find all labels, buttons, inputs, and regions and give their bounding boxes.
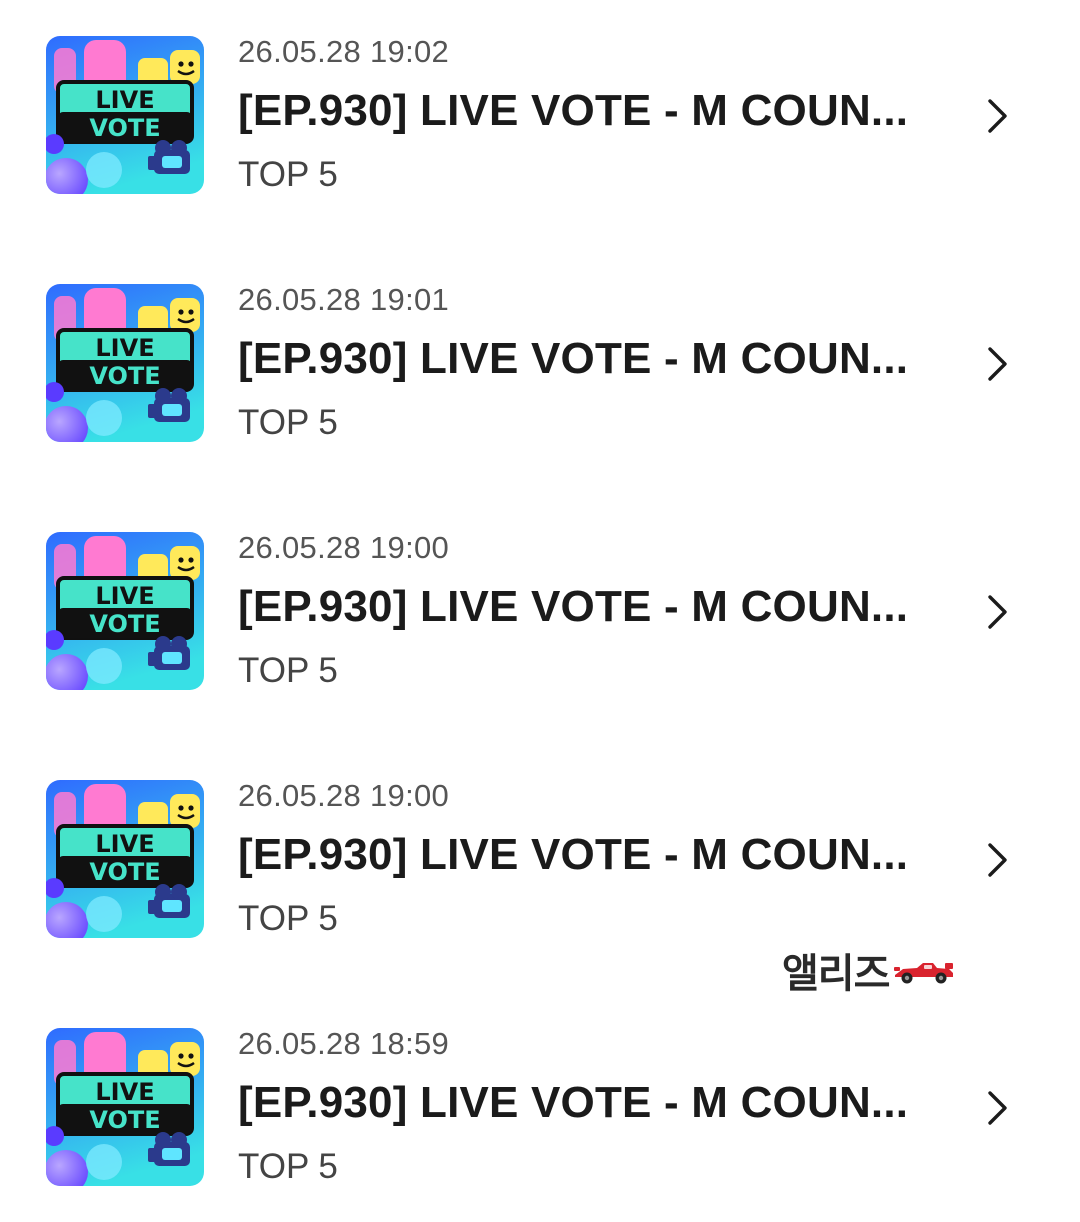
thumbnail-label-line1: LIVE [95, 1078, 154, 1106]
thumbnail-label-line1: LIVE [95, 582, 154, 610]
thumbnail-label-line1: LIVE [95, 334, 154, 362]
chevron-right-icon[interactable] [982, 96, 1012, 136]
list-item[interactable]: LIVE VOTE 26.05.28 19:01 [EP.930] LIVE VO… [0, 248, 1080, 448]
chevron-right-icon[interactable] [982, 592, 1012, 632]
watermark-text: 앨리즈 [782, 951, 890, 997]
live-vote-thumbnail-icon: LIVE VOTE [46, 532, 204, 690]
item-date: 26.05.28 19:01 [238, 282, 450, 317]
item-date: 26.05.28 19:00 [238, 778, 450, 813]
item-title: [EP.930] LIVE VOTE - M COUN... [238, 334, 908, 383]
chevron-right-icon[interactable] [982, 344, 1012, 384]
list-item[interactable]: LIVE VOTE 26.05.28 18:59 [EP.930] LIVE VO… [0, 992, 1080, 1192]
watermark: 앨리즈 [782, 945, 955, 997]
item-title: [EP.930] LIVE VOTE - M COUN... [238, 830, 908, 879]
item-subtitle: TOP 5 [238, 651, 338, 690]
live-vote-thumbnail-icon: LIVE VOTE [46, 780, 204, 938]
list-item[interactable]: LIVE VOTE 26.05.28 19:00 [EP.930] LIVE VO… [0, 744, 1080, 944]
chevron-right-icon[interactable] [982, 840, 1012, 880]
item-date: 26.05.28 19:02 [238, 34, 450, 69]
thumbnail-label-line2: VOTE [89, 1106, 160, 1134]
list-item[interactable]: LIVE VOTE 26.05.28 19:00 [EP.930] LIVE VO… [0, 496, 1080, 696]
thumbnail-label-line2: VOTE [89, 114, 160, 142]
thumbnail-label-line2: VOTE [89, 610, 160, 638]
thumbnail-label-line2: VOTE [89, 858, 160, 886]
item-subtitle: TOP 5 [238, 155, 338, 194]
thumbnail-label-line2: VOTE [89, 362, 160, 390]
thumbnail-label-line1: LIVE [95, 830, 154, 858]
item-title: [EP.930] LIVE VOTE - M COUN... [238, 86, 908, 135]
chevron-right-icon[interactable] [982, 1088, 1012, 1128]
item-subtitle: TOP 5 [238, 899, 338, 938]
item-date: 26.05.28 18:59 [238, 1026, 450, 1061]
live-vote-thumbnail-icon: LIVE VOTE [46, 36, 204, 194]
vote-history-list: LIVE VOTE 26.05.28 19:02 [EP.930] LIVE VO… [0, 0, 1080, 1222]
race-car-icon [894, 963, 954, 984]
item-title: [EP.930] LIVE VOTE - M COUN... [238, 1078, 908, 1127]
item-subtitle: TOP 5 [238, 403, 338, 442]
live-vote-thumbnail-icon: LIVE VOTE [46, 1028, 204, 1186]
list-item[interactable]: LIVE VOTE 26.05.28 19:02 [EP.930] LIVE VO… [0, 0, 1080, 200]
live-vote-thumbnail-icon: LIVE VOTE [46, 284, 204, 442]
thumbnail-label-line1: LIVE [95, 86, 154, 114]
item-subtitle: TOP 5 [238, 1147, 338, 1186]
item-title: [EP.930] LIVE VOTE - M COUN... [238, 582, 908, 631]
item-date: 26.05.28 19:00 [238, 530, 450, 565]
